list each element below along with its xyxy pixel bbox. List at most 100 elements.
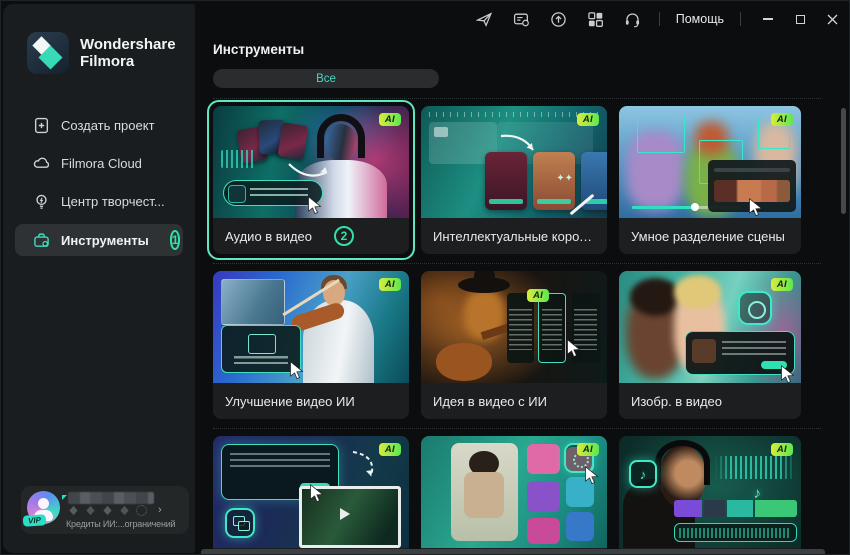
script-card-decor [506, 293, 535, 363]
bottom-scrollbar[interactable] [201, 549, 825, 554]
brand-line2: Filmora [80, 53, 135, 70]
card-thumbnail: AI [213, 106, 409, 218]
card-label: Изобр. в видео [631, 393, 723, 409]
headphones-decor [655, 440, 710, 486]
brand-text: Wondershare Filmora [80, 36, 176, 70]
page-title: Инструменты [213, 42, 305, 57]
card-text-to-video[interactable]: AI [213, 436, 409, 554]
cursor-icon [290, 361, 304, 379]
ai-badge: AI [527, 288, 550, 302]
user-account-panel[interactable]: VIP › Кредиты ИИ:...ограничений [21, 486, 189, 534]
brand: Wondershare Filmora [27, 32, 176, 74]
thumb-decor [277, 122, 309, 160]
thumb-decor [325, 124, 357, 162]
ai-credits-label: Кредиты ИИ:...ограничений [66, 519, 176, 529]
card-audio-to-video[interactable]: AI Аудио в видео 2 [207, 100, 415, 260]
vertical-scrollbar[interactable] [841, 108, 846, 214]
row-separator [213, 98, 821, 99]
card-thumbnail: AI [619, 106, 801, 218]
thumb-decor [629, 277, 681, 316]
cloud-icon [33, 157, 50, 168]
sidebar: Wondershare Filmora Создать проект Filmo… [3, 4, 195, 553]
achievement-badges: › [68, 505, 162, 516]
toolbox-icon [34, 232, 49, 247]
new-project-icon [34, 117, 49, 133]
card-thumbnail: ♪ ♪ AI [619, 436, 801, 548]
username-redacted [68, 492, 154, 504]
thumb-decor [673, 275, 721, 310]
card-thumbnail: AI [213, 271, 409, 383]
tools-grid: AI Аудио в видео 2 ✦✦ AI Интеллектуальны… [207, 100, 801, 554]
ai-badge: AI [576, 443, 599, 456]
filmora-logo-icon [27, 32, 69, 74]
filter-variant-decor [527, 517, 561, 544]
filter-tab-all[interactable]: Все [213, 69, 439, 88]
arrow-decor [500, 134, 534, 151]
script-card-decor [538, 293, 567, 363]
sidebar-item-label: Инструменты [61, 232, 149, 248]
sidebar-item-creative-center[interactable]: Центр творчест... [15, 186, 183, 216]
video-tool-icon [225, 508, 255, 538]
sidebar-item-label: Filmora Cloud [61, 155, 142, 171]
card-label: Умное разделение сцены [631, 228, 785, 244]
sidebar-item-filmora-cloud[interactable]: Filmora Cloud [15, 148, 183, 178]
card-image-to-video[interactable]: AI Изобр. в видео [619, 271, 801, 419]
detection-box-decor [637, 114, 686, 153]
waveform-decor [715, 456, 796, 479]
cursor-icon [585, 466, 599, 484]
sparkle-icon: ✦✦ [556, 173, 573, 184]
clip-decor [485, 152, 527, 210]
filter-all-label: Все [316, 72, 336, 85]
card-label: Идея в видео с ИИ [433, 393, 547, 409]
sidebar-item-tools[interactable]: Инструменты 1 [15, 224, 183, 256]
ai-badge: AI [770, 113, 793, 126]
sidebar-item-label: Создать проект [61, 117, 155, 133]
ai-badge: AI [770, 443, 793, 456]
sidebar-nav: Создать проект Filmora Cloud Центр творч… [15, 110, 183, 264]
card-thumbnail: AI [213, 436, 409, 548]
card-smart-short-clips[interactable]: ✦✦ AI Интеллектуальные короткие кл... [421, 106, 607, 254]
empty-badge-slot-icon [136, 505, 147, 516]
ai-badge: AI [378, 278, 401, 291]
card-smart-scene-split[interactable]: AI Умное разделение сцены [619, 106, 801, 254]
chevron-right-icon[interactable]: › [158, 505, 162, 516]
photo-decor [450, 442, 518, 542]
badge-icon [120, 505, 129, 516]
card-label: Улучшение видео ИИ [225, 393, 355, 409]
timeline-decor [673, 499, 798, 517]
vip-badge: VIP [22, 514, 47, 527]
badge-icon [86, 505, 95, 516]
filter-variant-decor [566, 512, 594, 542]
cursor-icon [310, 484, 324, 502]
card-thumbnail: ✦✦ AI [421, 106, 607, 218]
sidebar-item-create-project[interactable]: Создать проект [15, 110, 183, 140]
ai-badge: AI [576, 113, 599, 126]
badge-icon [103, 505, 112, 516]
waveform-decor [221, 150, 255, 168]
card-ai-music[interactable]: ♪ ♪ AI [619, 436, 801, 554]
card-label: Аудио в видео [225, 228, 313, 244]
ai-badge: AI [770, 278, 793, 291]
image-tool-icon [737, 291, 772, 326]
card-thumbnail: AI [619, 271, 801, 383]
badge-icon [69, 505, 78, 516]
brand-line1: Wondershare [80, 36, 176, 53]
card-idea-to-video-ai[interactable]: AI Идея в видео с ИИ [421, 271, 607, 419]
music-tool-icon: ♪ [629, 460, 657, 488]
creative-center-icon [36, 194, 47, 209]
card-thumbnail: AI [421, 436, 607, 548]
cursor-icon [749, 198, 763, 216]
sidebar-item-label: Центр творчест... [61, 193, 165, 209]
cursor-icon [308, 196, 322, 214]
ai-badge: AI [378, 113, 401, 126]
cursor-icon [567, 339, 581, 357]
thumb-decor [435, 342, 492, 381]
annotation-circle-1: 1 [169, 230, 181, 250]
card-video-enhance-ai[interactable]: AI Улучшение видео ИИ [213, 271, 409, 419]
filter-variant-decor [527, 443, 561, 475]
card-photo-filters-ai[interactable]: AI [421, 436, 607, 554]
annotation-circle-2: 2 [334, 226, 355, 246]
avatar-flag-decor [62, 495, 67, 500]
main-content: Инструменты Все AI Аудио в видео 2 ✦✦ AI… [195, 1, 849, 554]
before-frame-decor [221, 279, 285, 325]
